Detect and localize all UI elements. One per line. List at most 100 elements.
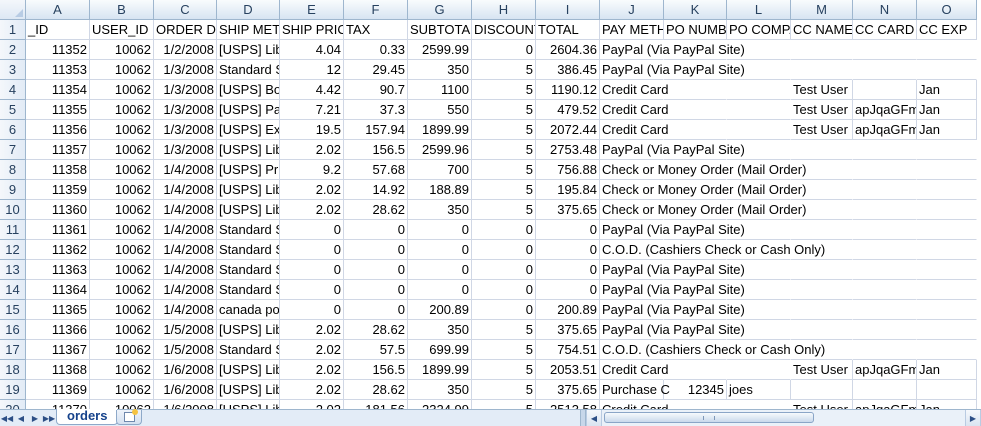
row-header[interactable]: 15 xyxy=(0,300,26,320)
cell[interactable] xyxy=(853,140,917,160)
cell[interactable]: 2599.99 xyxy=(408,40,472,60)
column-header-k[interactable]: K xyxy=(664,0,727,20)
cell[interactable]: 28.62 xyxy=(344,200,408,220)
cell[interactable]: 37.3 xyxy=(344,100,408,120)
cell[interactable]: [USPS] Lib xyxy=(217,40,280,60)
cell[interactable]: 10062 xyxy=(90,40,154,60)
cell[interactable]: 11358 xyxy=(26,160,90,180)
cell[interactable]: Standard S xyxy=(217,260,280,280)
cell[interactable]: 12345 xyxy=(664,380,727,400)
cell[interactable]: 1/4/2008 xyxy=(154,300,217,320)
spreadsheet-grid[interactable]: ABCDEFGHIJKLMNO1_IDUSER_IDORDER DASHIP M… xyxy=(0,0,981,409)
cell[interactable]: 0 xyxy=(472,300,536,320)
cell[interactable]: 1/6/2008 xyxy=(154,360,217,380)
cell[interactable]: Credit Card xyxy=(600,100,668,120)
row-header[interactable]: 20 xyxy=(0,400,26,409)
cell[interactable]: Standard S xyxy=(217,340,280,360)
cell[interactable]: 5 xyxy=(472,180,536,200)
cell[interactable] xyxy=(791,60,853,80)
cell[interactable]: ORDER DA xyxy=(154,20,217,40)
cell[interactable]: 11360 xyxy=(26,200,90,220)
cell[interactable]: 11353 xyxy=(26,60,90,80)
cell[interactable]: 699.99 xyxy=(408,340,472,360)
cell[interactable]: Purchase C xyxy=(600,380,670,400)
cell[interactable]: joes xyxy=(727,380,791,400)
cell[interactable]: 10062 xyxy=(90,120,154,140)
cell[interactable] xyxy=(917,140,977,160)
cell[interactable]: 10062 xyxy=(90,180,154,200)
cell[interactable] xyxy=(917,40,977,60)
cell[interactable]: 12 xyxy=(280,60,344,80)
cell[interactable] xyxy=(791,220,853,240)
cell[interactable]: 11352 xyxy=(26,40,90,60)
cell[interactable]: PAY METH xyxy=(600,20,664,40)
column-header-f[interactable]: F xyxy=(344,0,408,20)
cell[interactable]: PayPal (Via PayPal Site) xyxy=(600,280,745,300)
insert-sheet-button[interactable] xyxy=(116,409,143,425)
cell[interactable] xyxy=(853,40,917,60)
cell[interactable]: C.O.D. (Cashiers Check or Cash Only) xyxy=(600,240,825,260)
cell[interactable] xyxy=(664,120,727,140)
cell[interactable]: Standard S xyxy=(217,240,280,260)
cell[interactable]: 188.89 xyxy=(408,180,472,200)
cell[interactable]: Test User xyxy=(791,80,853,100)
scroll-thumb[interactable] xyxy=(604,412,814,423)
cell[interactable]: Test User xyxy=(791,400,853,409)
cell[interactable]: 10062 xyxy=(90,360,154,380)
cell[interactable]: 350 xyxy=(408,200,472,220)
row-header[interactable]: 4 xyxy=(0,80,26,100)
cell[interactable]: 0 xyxy=(536,240,600,260)
row-header[interactable]: 9 xyxy=(0,180,26,200)
cell[interactable]: 375.65 xyxy=(536,320,600,340)
cell[interactable]: [USPS] Exp xyxy=(217,120,280,140)
cell[interactable]: 10062 xyxy=(90,200,154,220)
cell[interactable]: 1899.99 xyxy=(408,120,472,140)
cell[interactable]: 5 xyxy=(472,160,536,180)
cell[interactable] xyxy=(727,360,791,380)
cell[interactable] xyxy=(727,120,791,140)
column-header-m[interactable]: M xyxy=(791,0,853,20)
cell[interactable]: 1/3/2008 xyxy=(154,60,217,80)
cell[interactable] xyxy=(853,60,917,80)
cell[interactable]: apJqaGFm xyxy=(853,100,917,120)
scroll-track[interactable] xyxy=(602,410,965,426)
cell[interactable]: 2.02 xyxy=(280,140,344,160)
cell[interactable]: 1/6/2008 xyxy=(154,380,217,400)
cell[interactable]: apJqaGFm xyxy=(853,360,917,380)
column-header-n[interactable]: N xyxy=(853,0,917,20)
cell[interactable]: 350 xyxy=(408,60,472,80)
cell[interactable]: 1/4/2008 xyxy=(154,180,217,200)
column-header-j[interactable]: J xyxy=(600,0,664,20)
cell[interactable]: SUBTOTAL xyxy=(408,20,472,40)
cell[interactable]: 0 xyxy=(344,260,408,280)
cell[interactable]: 0 xyxy=(280,300,344,320)
cell[interactable]: 0 xyxy=(472,260,536,280)
cell[interactable] xyxy=(727,100,791,120)
cell[interactable]: 5 xyxy=(472,380,536,400)
row-header[interactable]: 12 xyxy=(0,240,26,260)
cell[interactable]: 157.94 xyxy=(344,120,408,140)
cell[interactable]: [USPS] Par xyxy=(217,100,280,120)
cell[interactable]: Jan xyxy=(917,80,977,100)
row-header[interactable]: 16 xyxy=(0,320,26,340)
cell[interactable] xyxy=(917,280,977,300)
cell[interactable]: 0 xyxy=(280,240,344,260)
cell[interactable] xyxy=(917,60,977,80)
cell[interactable]: 5 xyxy=(472,360,536,380)
cell[interactable]: 350 xyxy=(408,320,472,340)
last-sheet-button[interactable]: ▶▶ xyxy=(42,410,56,426)
cell[interactable]: Standard S xyxy=(217,60,280,80)
cell[interactable]: 5 xyxy=(472,140,536,160)
cell[interactable]: 57.5 xyxy=(344,340,408,360)
cell[interactable]: CC NAME xyxy=(791,20,853,40)
cell[interactable]: 2.02 xyxy=(280,200,344,220)
cell[interactable]: 0 xyxy=(280,260,344,280)
cell[interactable]: 0 xyxy=(280,280,344,300)
column-header-e[interactable]: E xyxy=(280,0,344,20)
sheet-tab-orders[interactable]: orders xyxy=(56,409,119,425)
cell[interactable]: 10062 xyxy=(90,80,154,100)
cell[interactable] xyxy=(791,320,853,340)
cell[interactable]: Test User xyxy=(791,360,853,380)
cell[interactable] xyxy=(917,320,977,340)
cell[interactable]: [USPS] Lib xyxy=(217,400,280,409)
